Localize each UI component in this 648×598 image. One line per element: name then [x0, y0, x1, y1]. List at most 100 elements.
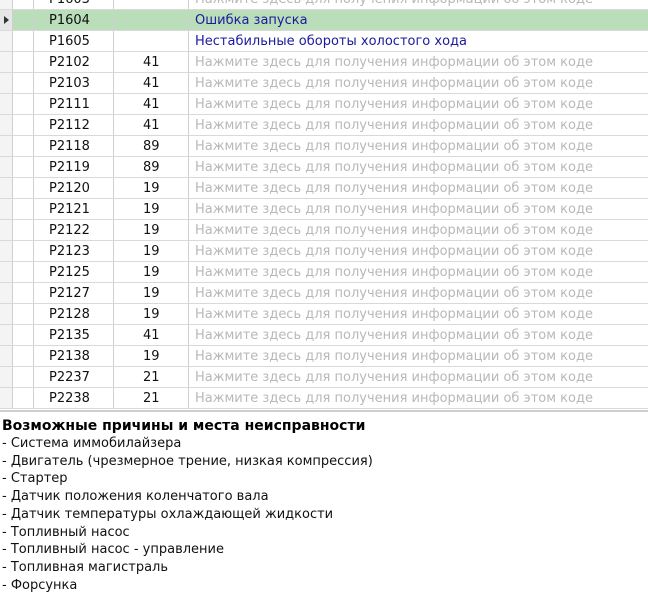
row-indicator[interactable]: [0, 115, 13, 135]
table-row[interactable]: P2128 19 Нажмите здесь для получения инфор…: [0, 304, 648, 325]
row-indicator[interactable]: [0, 157, 13, 177]
dtc-code-cell: P2125: [34, 262, 114, 282]
table-row[interactable]: P2111 41 Нажмите здесь для получения инфор…: [0, 94, 648, 115]
dtc-code-cell: P2123: [34, 241, 114, 261]
dtc-count-cell: [114, 31, 189, 51]
dtc-count-cell: 19: [114, 304, 189, 324]
table-row[interactable]: P2102 41 Нажмите здесь для получения инфор…: [0, 52, 648, 73]
cause-item: - Датчик температуры охлаждающей жидкост…: [2, 506, 334, 522]
dtc-info-hint-link[interactable]: Нажмите здесь для получения информации о…: [189, 73, 648, 93]
row-indicator[interactable]: [0, 262, 13, 282]
table-row[interactable]: P1604 Ошибка запуска: [0, 10, 648, 31]
row-gap-cell: [13, 367, 34, 387]
dtc-info-hint-link[interactable]: Нажмите здесь для получения информации о…: [189, 199, 648, 219]
table-row[interactable]: P2122 19 Нажмите здесь для получения инфор…: [0, 220, 648, 241]
table-row[interactable]: P2127 19 Нажмите здесь для получения инфор…: [0, 283, 648, 304]
dtc-count-cell: 19: [114, 262, 189, 282]
dtc-count-cell: 19: [114, 220, 189, 240]
table-row[interactable]: P2103 41 Нажмите здесь для получения инфор…: [0, 73, 648, 94]
row-indicator[interactable]: [0, 199, 13, 219]
dtc-info-hint-link[interactable]: Нажмите здесь для получения информации о…: [189, 304, 648, 324]
dtc-description-link[interactable]: Ошибка запуска: [189, 10, 648, 30]
cause-item: - Датчик положения коленчатого вала: [2, 489, 269, 505]
table-row[interactable]: P2135 41 Нажмите здесь для получения инфор…: [0, 325, 648, 346]
dtc-info-hint-link[interactable]: Нажмите здесь для получения информации о…: [189, 367, 648, 387]
row-indicator[interactable]: [0, 0, 13, 9]
dtc-code-cell: P2118: [34, 136, 114, 156]
dtc-info-hint-link[interactable]: Нажмите здесь для получения информации о…: [189, 136, 648, 156]
cause-item: - Топливный насос - управление: [2, 542, 224, 558]
dtc-count-cell: 89: [114, 157, 189, 177]
row-indicator[interactable]: [0, 52, 13, 72]
row-gap-cell: [13, 325, 34, 345]
cause-item: - Топливный насос: [2, 524, 130, 540]
dtc-info-hint-link[interactable]: Нажмите здесь для получения информации о…: [189, 157, 648, 177]
cause-item: - Топливная магистраль: [2, 559, 169, 575]
dtc-code-cell: P2127: [34, 283, 114, 303]
dtc-info-hint-link[interactable]: Нажмите здесь для получения информации о…: [189, 0, 648, 9]
row-gap-cell: [13, 10, 34, 30]
table-row[interactable]: P1603 Нажмите здесь для получения информа…: [0, 0, 648, 10]
table-row[interactable]: P2125 19 Нажмите здесь для получения инфор…: [0, 262, 648, 283]
table-row[interactable]: P2120 19 Нажмите здесь для получения инфор…: [0, 178, 648, 199]
row-gap-cell: [13, 346, 34, 366]
cause-item: - Двигатель (чрезмерное трение, низкая к…: [2, 453, 373, 469]
dtc-info-hint-link[interactable]: Нажмите здесь для получения информации о…: [189, 220, 648, 240]
row-gap-cell: [13, 262, 34, 282]
row-indicator[interactable]: [0, 136, 13, 156]
table-row[interactable]: P2238 21 Нажмите здесь для получения инфор…: [0, 388, 648, 409]
dtc-count-cell: 21: [114, 388, 189, 408]
table-row[interactable]: P2138 19 Нажмите здесь для получения инфор…: [0, 346, 648, 367]
table-row[interactable]: P1605 Нестабильные обороты холостого хода: [0, 31, 648, 52]
row-gap-cell: [13, 73, 34, 93]
dtc-count-cell: 41: [114, 94, 189, 114]
dtc-code-cell: P2237: [34, 367, 114, 387]
dtc-info-hint-link[interactable]: Нажмите здесь для получения информации о…: [189, 178, 648, 198]
row-indicator[interactable]: [0, 241, 13, 261]
dtc-info-hint-link[interactable]: Нажмите здесь для получения информации о…: [189, 115, 648, 135]
row-indicator[interactable]: [0, 388, 13, 408]
dtc-info-hint-link[interactable]: Нажмите здесь для получения информации о…: [189, 325, 648, 345]
row-indicator[interactable]: [0, 304, 13, 324]
row-indicator[interactable]: [0, 178, 13, 198]
dtc-count-cell: 19: [114, 346, 189, 366]
table-row[interactable]: P2121 19 Нажмите здесь для получения инфор…: [0, 199, 648, 220]
row-gap-cell: [13, 199, 34, 219]
row-indicator[interactable]: [0, 325, 13, 345]
row-indicator[interactable]: [0, 283, 13, 303]
dtc-info-hint-link[interactable]: Нажмите здесь для получения информации о…: [189, 94, 648, 114]
row-indicator[interactable]: [0, 220, 13, 240]
row-indicator[interactable]: [0, 94, 13, 114]
dtc-info-hint-link[interactable]: Нажмите здесь для получения информации о…: [189, 262, 648, 282]
dtc-code-cell: P2121: [34, 199, 114, 219]
causes-title: Возможные причины и места неисправности: [2, 418, 366, 434]
dtc-info-hint-link[interactable]: Нажмите здесь для получения информации о…: [189, 241, 648, 261]
row-indicator[interactable]: [0, 31, 13, 51]
row-indicator[interactable]: [0, 367, 13, 387]
dtc-info-hint-link[interactable]: Нажмите здесь для получения информации о…: [189, 52, 648, 72]
row-indicator[interactable]: [0, 10, 13, 30]
row-indicator[interactable]: [0, 346, 13, 366]
dtc-description-link[interactable]: Нестабильные обороты холостого хода: [189, 31, 648, 51]
cause-item: - Система иммобилайзера: [2, 436, 182, 451]
dtc-count-cell: [114, 10, 189, 30]
table-row[interactable]: P2237 21 Нажмите здесь для получения инфор…: [0, 367, 648, 388]
row-indicator[interactable]: [0, 73, 13, 93]
table-row[interactable]: P2118 89 Нажмите здесь для получения инфор…: [0, 136, 648, 157]
causes-panel: Возможные причины и места неисправности …: [0, 412, 648, 598]
dtc-count-cell: 21: [114, 367, 189, 387]
table-row[interactable]: P2112 41 Нажмите здесь для получения инфор…: [0, 115, 648, 136]
dtc-info-hint-link[interactable]: Нажмите здесь для получения информации о…: [189, 346, 648, 366]
dtc-code-cell: P2119: [34, 157, 114, 177]
dtc-code-cell: P1605: [34, 31, 114, 51]
row-gap-cell: [13, 136, 34, 156]
dtc-code-cell: P2122: [34, 220, 114, 240]
table-row[interactable]: P2123 19 Нажмите здесь для получения инфор…: [0, 241, 648, 262]
dtc-info-hint-link[interactable]: Нажмите здесь для получения информации о…: [189, 388, 648, 408]
dtc-count-cell: 19: [114, 283, 189, 303]
dtc-info-hint-link[interactable]: Нажмите здесь для получения информации о…: [189, 283, 648, 303]
dtc-count-cell: 19: [114, 241, 189, 261]
table-row[interactable]: P2119 89 Нажмите здесь для получения инфор…: [0, 157, 648, 178]
causes-list: - Система иммобилайзера - Двигатель (чрез…: [2, 435, 648, 594]
dtc-count-cell: 19: [114, 178, 189, 198]
